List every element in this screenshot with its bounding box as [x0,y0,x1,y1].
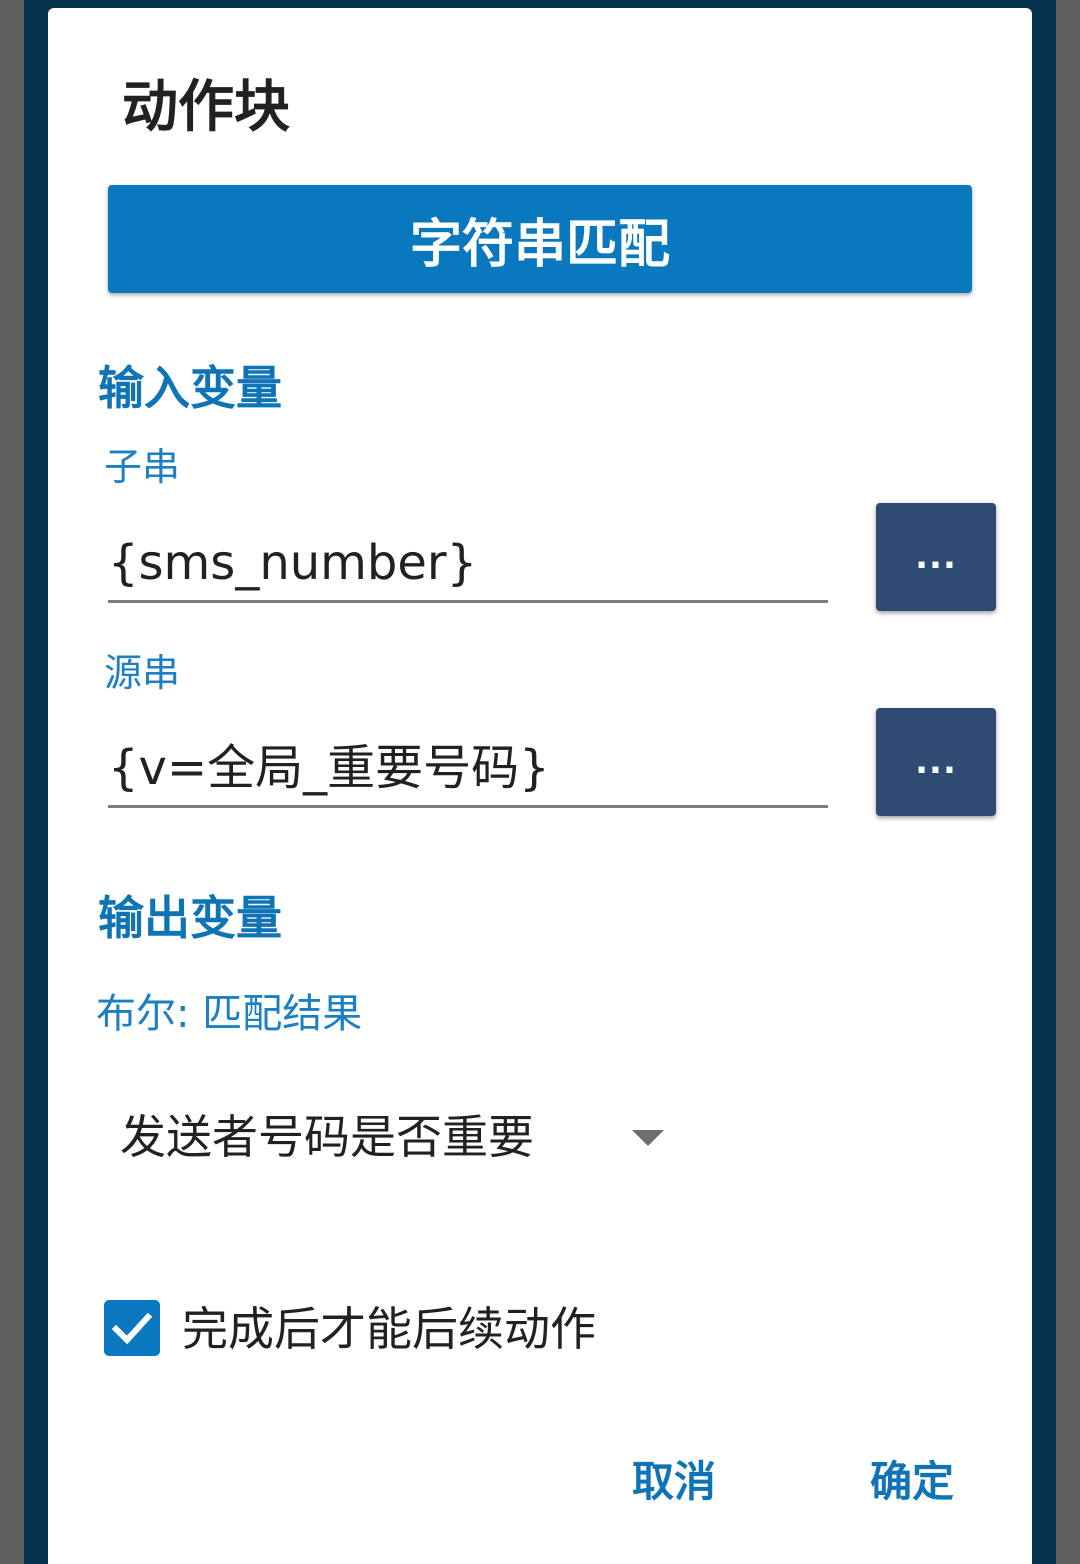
substring-input[interactable]: {sms_number} [108,530,828,603]
action-block-dialog: 动作块 字符串匹配 输入变量 子串 {sms_number} ... 源串 {v… [48,8,1032,1564]
screen: 动作块 字符串匹配 输入变量 子串 {sms_number} ... 源串 {v… [0,0,1080,1564]
more-icon: ... [915,742,957,782]
output-variables-header: 输出变量 [98,891,282,945]
substring-label: 子串 [104,445,181,489]
dropdown-selected-value: 发送者号码是否重要 [120,1110,534,1164]
wait-complete-checkbox[interactable] [104,1300,160,1356]
action-type-button[interactable]: 字符串匹配 [108,185,972,293]
source-string-input[interactable]: {v=全局_重要号码} [108,735,828,808]
substring-more-button[interactable]: ... [876,503,996,611]
wait-complete-label: 完成后才能后续动作 [182,1302,596,1356]
dialog-title: 动作块 [122,75,290,140]
checkmark-icon [111,1312,153,1345]
output-variable-dropdown[interactable]: 发送者号码是否重要 [120,1106,680,1172]
input-variables-header: 输入变量 [98,361,282,415]
cancel-button[interactable]: 取消 [632,1454,716,1510]
source-string-label: 源串 [104,651,181,695]
bool-match-result-label: 布尔: 匹配结果 [96,991,363,1037]
ok-button[interactable]: 确定 [870,1454,954,1510]
more-icon: ... [915,537,957,577]
source-string-more-button[interactable]: ... [876,708,996,816]
dropdown-arrow-icon [632,1130,664,1146]
